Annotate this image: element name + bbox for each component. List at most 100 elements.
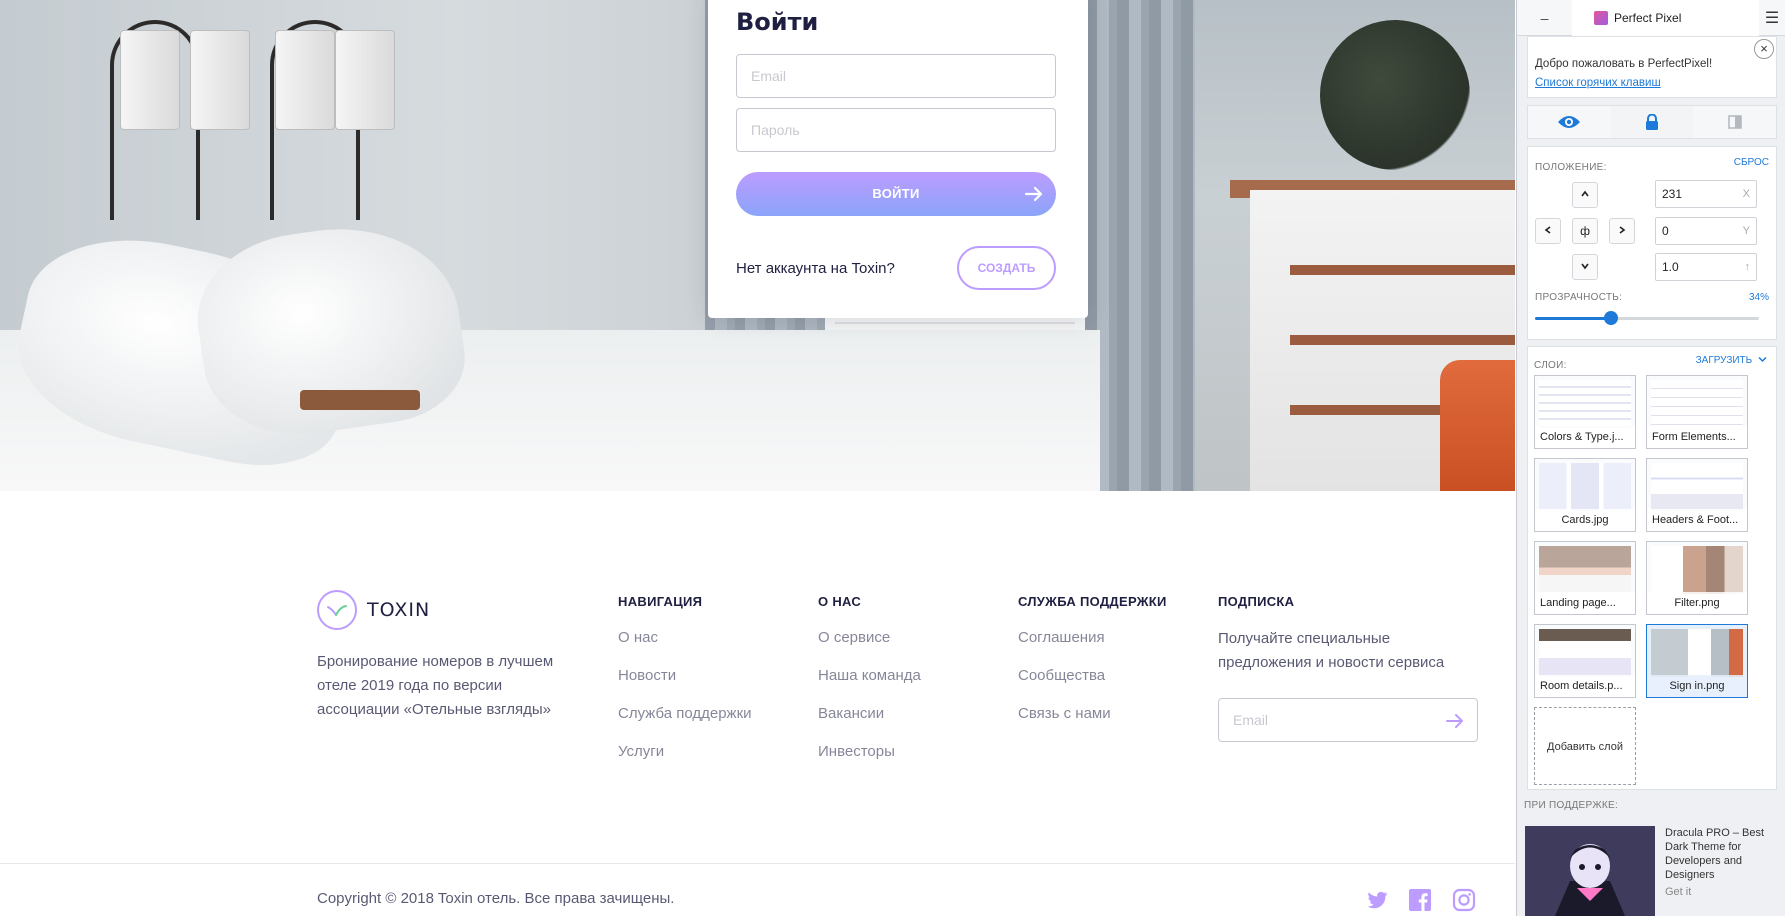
invert-overlay-toggle[interactable] <box>1693 106 1776 138</box>
create-account-row: Нет аккаунта на Toxin? СОЗДАТЬ <box>736 246 1056 290</box>
x-axis-label: X <box>1742 188 1750 200</box>
login-button[interactable]: ВОЙТИ <box>736 172 1056 216</box>
opacity-label: ПРОЗРАЧНОСТЬ: <box>1535 292 1623 303</box>
password-field[interactable]: Пароль <box>736 108 1056 152</box>
column-title: О НАС <box>818 594 862 609</box>
footer-link[interactable]: Вакансии <box>818 703 921 741</box>
footer-logo[interactable]: TOXIN <box>317 590 430 630</box>
instagram-icon[interactable] <box>1452 888 1476 912</box>
chevron-down-icon <box>1758 356 1767 363</box>
subscribe-placeholder: Email <box>1233 712 1269 728</box>
create-account-button[interactable]: СОЗДАТЬ <box>957 246 1056 290</box>
chevron-down-icon <box>1581 263 1589 270</box>
subscribe-email-input[interactable]: Email <box>1218 698 1478 742</box>
minimize-button[interactable]: – <box>1517 10 1572 26</box>
layer-name: Colors & Type.j... <box>1535 426 1635 448</box>
footer-link[interactable]: Сообщества <box>1018 665 1167 703</box>
scale-axis-label: ↑ <box>1744 261 1751 273</box>
plant <box>1320 20 1470 170</box>
invert-icon <box>1727 115 1742 129</box>
layer-item[interactable]: Landing page... <box>1534 541 1636 615</box>
position-box: ПОЛОЖЕНИЕ: СБРОС ф 231 X 0 Y 1.0 ↑ ПРОЗР… <box>1527 146 1777 340</box>
twitter-icon[interactable] <box>1365 888 1389 912</box>
layer-item[interactable]: Filter.png <box>1646 541 1748 615</box>
upload-label: ЗАГРУЗИТЬ <box>1695 355 1753 366</box>
pp-title-text: Perfect Pixel <box>1614 10 1682 25</box>
chevron-up-icon <box>1581 190 1589 197</box>
arrow-right-icon <box>1024 186 1043 202</box>
center-button[interactable]: ф <box>1572 218 1598 244</box>
pp-header: – Perfect Pixel ☰ <box>1517 0 1785 36</box>
move-right-button[interactable] <box>1609 218 1635 244</box>
logo-icon <box>317 590 357 630</box>
footer-column-navigation: НАВИГАЦИЯ О нас Новости Служба поддержки… <box>618 594 752 779</box>
footer-divider <box>0 863 1515 864</box>
footer-link[interactable]: Связь с нами <box>1018 703 1167 741</box>
layer-item[interactable]: Form Elements... <box>1646 375 1748 449</box>
facebook-icon[interactable] <box>1408 888 1432 912</box>
footer-link[interactable]: Услуги <box>618 741 752 779</box>
layer-name: Form Elements... <box>1647 426 1747 448</box>
login-card: Войти Email Пароль ВОЙТИ Нет аккаунта на… <box>708 0 1088 318</box>
x-offset-input[interactable]: 231 X <box>1655 180 1757 208</box>
layers-label: СЛОИ: <box>1534 360 1567 371</box>
login-title: Войти <box>736 8 819 36</box>
footer-link[interactable]: Инвесторы <box>818 741 921 779</box>
layer-name: Filter.png <box>1647 592 1747 614</box>
close-icon[interactable]: × <box>1754 39 1774 59</box>
opacity-slider-fill <box>1535 317 1612 320</box>
show-overlay-toggle[interactable] <box>1528 106 1611 138</box>
move-left-button[interactable] <box>1535 218 1561 244</box>
pp-title: Perfect Pixel <box>1572 0 1759 36</box>
column-title: ПОДПИСКА <box>1218 594 1295 609</box>
upload-link[interactable]: ЗАГРУЗИТЬ <box>1696 355 1767 366</box>
footer-link[interactable]: О нас <box>618 627 752 665</box>
chevron-right-icon <box>1619 226 1626 234</box>
logo-text: TOXIN <box>367 599 431 621</box>
sponsor-label: ПРИ ПОДДЕРЖКЕ: <box>1524 800 1619 811</box>
layer-name: Sign in.png <box>1647 675 1747 697</box>
footer-link[interactable]: Соглашения <box>1018 627 1167 665</box>
opacity-slider-knob[interactable] <box>1604 311 1619 325</box>
opacity-value: 34% <box>1748 292 1769 303</box>
lock-overlay-toggle[interactable] <box>1610 106 1694 138</box>
scale-value: 1.0 <box>1662 260 1679 274</box>
sponsor-link[interactable]: Get it <box>1665 886 1691 898</box>
welcome-box: Добро пожаловать в PerfectPixel! Список … <box>1527 36 1777 98</box>
layer-item[interactable]: Colors & Type.j... <box>1534 375 1636 449</box>
eye-icon <box>1558 116 1581 128</box>
hamburger-menu-icon[interactable]: ☰ <box>1759 8 1785 28</box>
copyright-text: Copyright © 2018 Toxin отель. Все права … <box>317 890 675 907</box>
sponsor-text: Dracula PRO – Best Dark Theme for Develo… <box>1665 827 1765 881</box>
y-offset-input[interactable]: 0 Y <box>1655 217 1757 245</box>
layer-name: Headers & Foot... <box>1647 509 1747 531</box>
arrow-right-icon[interactable] <box>1445 711 1465 731</box>
layer-item[interactable]: Room details.p... <box>1534 624 1636 698</box>
chevron-left-icon <box>1544 226 1551 234</box>
layers-box: СЛОИ: ЗАГРУЗИТЬ Colors & Type.j... Form … <box>1527 346 1777 790</box>
scale-input[interactable]: 1.0 ↑ <box>1655 253 1757 281</box>
login-button-label: ВОЙТИ <box>872 186 920 201</box>
layer-item-selected[interactable]: Sign in.png <box>1646 624 1748 698</box>
footer-link[interactable]: Новости <box>618 665 752 703</box>
move-up-button[interactable] <box>1572 182 1598 208</box>
footer-column-support: СЛУЖБА ПОДДЕРЖКИ Соглашения Сообщества С… <box>1018 594 1167 741</box>
layer-item[interactable]: Headers & Foot... <box>1646 458 1748 532</box>
footer-link[interactable]: Наша команда <box>818 665 921 703</box>
reset-link[interactable]: СБРОС <box>1734 157 1769 168</box>
move-down-button[interactable] <box>1572 254 1598 280</box>
y-axis-label: Y <box>1742 225 1750 237</box>
perfect-pixel-logo-icon <box>1594 10 1608 25</box>
layer-item[interactable]: Cards.jpg <box>1534 458 1636 532</box>
dracula-ad-image[interactable] <box>1525 826 1655 916</box>
opacity-slider[interactable] <box>1535 311 1759 325</box>
hotkeys-link[interactable]: Список горячих клавиш <box>1535 77 1661 89</box>
email-field[interactable]: Email <box>736 54 1056 98</box>
footer-column-about: О НАС О сервисе Наша команда Вакансии Ин… <box>818 594 921 779</box>
add-layer-button[interactable]: Добавить слой <box>1534 707 1636 785</box>
footer-link[interactable]: Служба поддержки <box>618 703 752 741</box>
column-title: НАВИГАЦИЯ <box>618 594 703 609</box>
footer-link[interactable]: О сервисе <box>818 627 921 665</box>
x-value: 231 <box>1662 187 1683 201</box>
footer-column-subscribe: ПОДПИСКА Получайте специальные предложен… <box>1218 594 1478 742</box>
